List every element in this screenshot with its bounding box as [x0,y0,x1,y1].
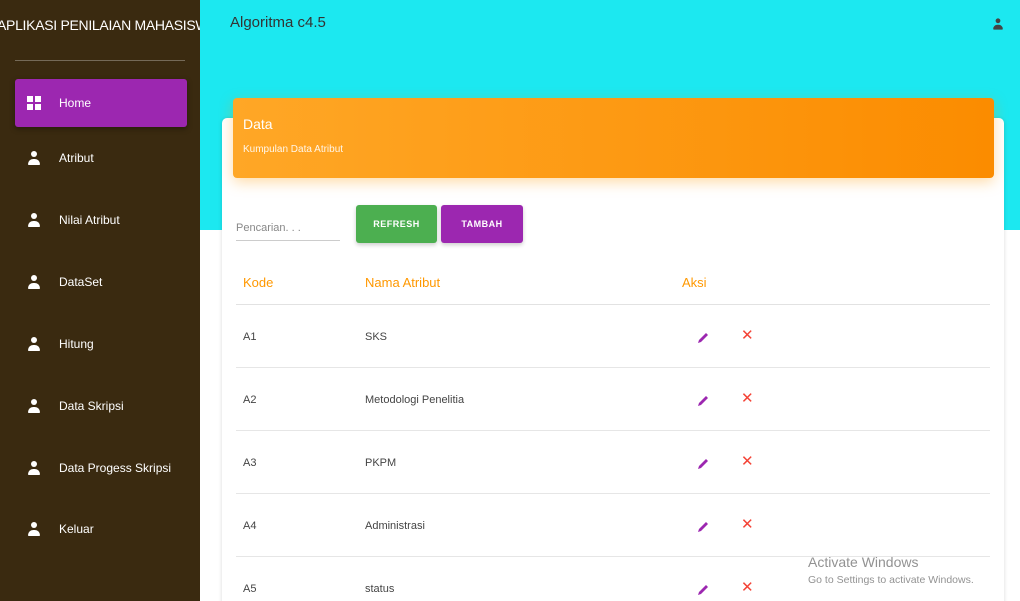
delete-icon[interactable]: ✕ [741,453,754,471]
cell-nama-atribut: Metodologi Penelitia [365,394,465,406]
column-header-kode: Kode [243,275,274,290]
sidebar-item-hitung[interactable]: Hitung [15,320,187,368]
cell-kode: A1 [243,331,257,343]
sidebar-item-label: Keluar [59,522,94,536]
card-title: Data [243,116,273,132]
sidebar-item-keluar[interactable]: Keluar [15,505,187,553]
person-icon [27,522,41,536]
edit-icon[interactable] [696,583,710,597]
sidebar-item-data-progess-skripsi[interactable]: Data Progess Skripsi [15,444,187,492]
sidebar: APLIKASI PENILAIAN MAHASISWA SKRIPSI Hom… [0,0,200,601]
sidebar-item-home[interactable]: Home [15,79,187,127]
cell-kode: A4 [243,520,257,532]
column-header-aksi: Aksi [682,275,707,290]
person-icon [27,275,41,289]
sidebar-item-dataset[interactable]: DataSet [15,258,187,306]
sidebar-item-label: Hitung [59,337,94,351]
cell-kode: A3 [243,457,257,469]
sidebar-item-nilai-atribut[interactable]: Nilai Atribut [15,196,187,244]
brand-divider [15,60,185,61]
person-icon [27,461,41,475]
delete-icon[interactable]: ✕ [741,390,754,408]
delete-icon[interactable]: ✕ [741,579,754,597]
column-header-nama-atribut: Nama Atribut [365,275,441,290]
edit-icon[interactable] [696,331,710,345]
table-row: A1 SKS ✕ [236,305,990,368]
person-icon [27,399,41,413]
page-title: Algoritma c4.5 [230,14,326,31]
table-row: A4 Administrasi ✕ [236,494,990,557]
table-row: A2 Metodologi Penelitia ✕ [236,368,990,431]
dashboard-icon [27,96,41,110]
user-icon [993,18,1003,30]
user-menu-button[interactable] [992,17,1004,36]
sidebar-item-label: Atribut [59,151,94,165]
cell-kode: A2 [243,394,257,406]
cell-nama-atribut: status [365,583,395,595]
cell-nama-atribut: PKPM [365,457,397,469]
sidebar-item-label: DataSet [59,275,103,289]
cell-nama-atribut: SKS [365,331,388,343]
refresh-button[interactable]: REFRESH [356,205,437,243]
cell-nama-atribut: Administrasi [365,520,425,532]
person-icon [27,337,41,351]
add-button[interactable]: TAMBAH [441,205,523,243]
sidebar-item-label: Data Skripsi [59,399,124,413]
edit-icon[interactable] [696,520,710,534]
cell-kode: A5 [243,583,257,595]
sidebar-item-data-skripsi[interactable]: Data Skripsi [15,382,187,430]
card-header: Data Kumpulan Data Atribut [233,98,994,178]
sidebar-item-label: Nilai Atribut [59,213,120,227]
activation-watermark: Activate Windows Go to Settings to activ… [808,554,974,586]
person-icon [27,213,41,227]
delete-icon[interactable]: ✕ [741,516,754,534]
table-row: A3 PKPM ✕ [236,431,990,494]
app-brand: APLIKASI PENILAIAN MAHASISWA SKRIPSI [0,17,200,33]
card-subtitle: Kumpulan Data Atribut [243,144,344,155]
edit-icon[interactable] [696,457,710,471]
edit-icon[interactable] [696,394,710,408]
person-icon [27,151,41,165]
sidebar-item-label: Home [59,96,92,110]
sidebar-item-atribut[interactable]: Atribut [15,134,187,182]
watermark-title: Activate Windows [808,554,919,570]
search-input[interactable] [236,215,340,241]
delete-icon[interactable]: ✕ [741,327,754,345]
sidebar-item-label: Data Progess Skripsi [59,461,172,475]
watermark-subtitle: Go to Settings to activate Windows. [808,574,974,586]
